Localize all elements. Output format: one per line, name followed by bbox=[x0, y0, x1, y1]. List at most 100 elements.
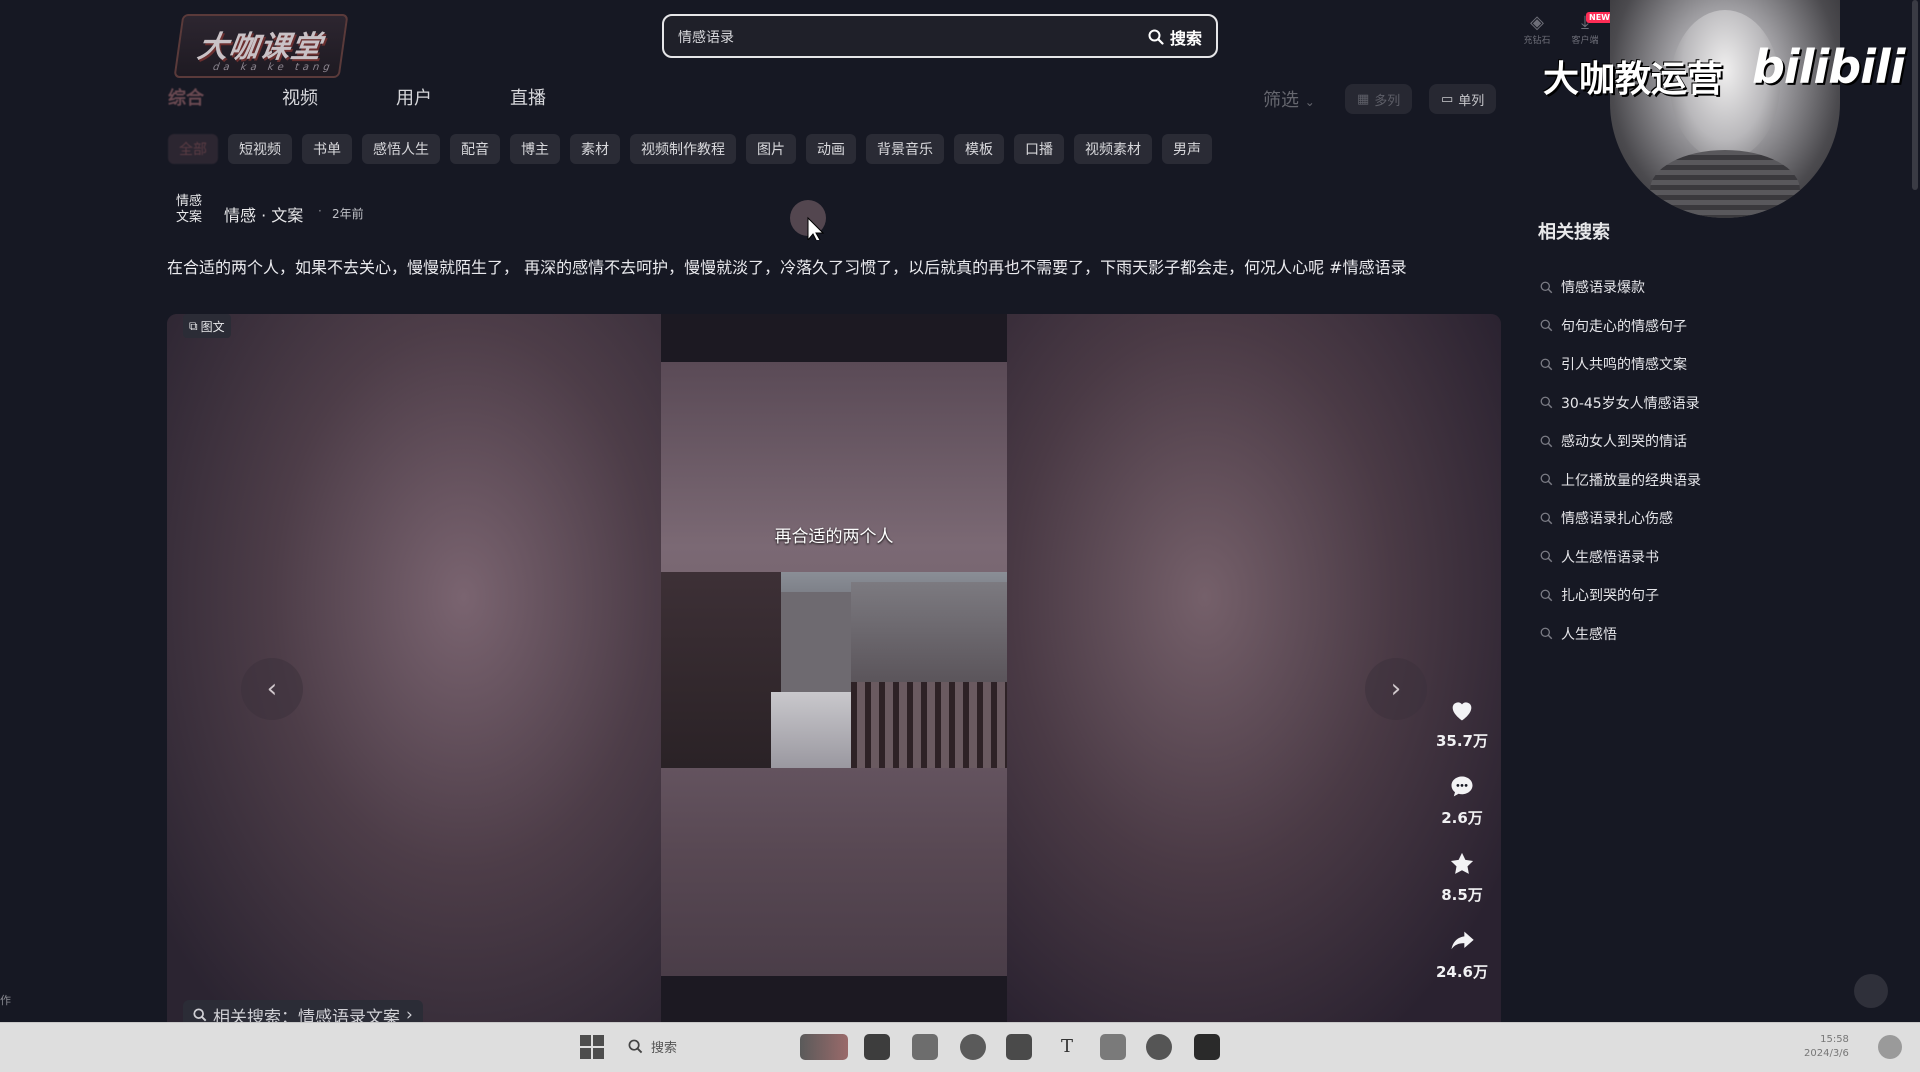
chip-video-material[interactable]: 视频素材 bbox=[1074, 134, 1152, 164]
taskbar-clock[interactable]: 15:58 2024/3/6 bbox=[1804, 1033, 1849, 1061]
related-search-item[interactable]: 句句走心的情感句子 bbox=[1540, 307, 1840, 346]
share-button[interactable]: 24.6万 bbox=[1430, 927, 1494, 982]
logo[interactable]: 大咖课堂 da ka ke tang bbox=[173, 14, 349, 78]
related-search-item[interactable]: 情感语录扎心伤感 bbox=[1540, 499, 1840, 538]
related-search-text: 情感语录扎心伤感 bbox=[1561, 511, 1673, 528]
chevron-left-icon: ‹ bbox=[266, 674, 278, 704]
search-icon bbox=[1148, 29, 1164, 45]
search-icon bbox=[1540, 627, 1553, 640]
next-slide-button[interactable]: › bbox=[1365, 658, 1427, 720]
related-search-item[interactable]: 感动女人到哭的情话 bbox=[1540, 422, 1840, 461]
chip-video-tutorial[interactable]: 视频制作教程 bbox=[630, 134, 736, 164]
notification-icon[interactable] bbox=[1878, 1035, 1902, 1059]
chip-life-insight[interactable]: 感悟人生 bbox=[362, 134, 440, 164]
main-tabs: 综合 视频 用户 直播 bbox=[168, 84, 624, 110]
chip-animation[interactable]: 动画 bbox=[806, 134, 856, 164]
search-bar: 搜索 bbox=[662, 14, 1218, 58]
taskbar-app-edge-icon[interactable] bbox=[960, 1034, 986, 1060]
taskbar-app-store-icon[interactable] bbox=[1006, 1034, 1032, 1060]
related-search-item[interactable]: 上亿播放量的经典语录 bbox=[1540, 461, 1840, 500]
multi-column-button[interactable]: ▦ 多列 bbox=[1345, 84, 1413, 114]
windows-start-icon[interactable] bbox=[580, 1035, 604, 1059]
related-search-item[interactable]: 人生感悟 bbox=[1540, 615, 1840, 654]
media-blur-right bbox=[1007, 314, 1501, 1022]
webcam-collar bbox=[1650, 150, 1800, 218]
search-button-label: 搜索 bbox=[1169, 29, 1202, 48]
taskbar-app-files-icon[interactable] bbox=[864, 1034, 890, 1060]
favorite-button[interactable]: 8.5万 bbox=[1430, 850, 1494, 905]
taskbar-app-chrome-icon[interactable] bbox=[1146, 1034, 1172, 1060]
search-icon bbox=[628, 1039, 643, 1054]
related-search-text: 人生感悟语录书 bbox=[1561, 549, 1659, 566]
taskbar-date: 2024/3/6 bbox=[1804, 1048, 1849, 1059]
search-icon bbox=[1540, 473, 1553, 486]
bilibili-watermark: bilibili bbox=[1752, 40, 1905, 94]
prev-slide-button[interactable]: ‹ bbox=[241, 658, 303, 720]
related-search-item[interactable]: 情感语录爆款 bbox=[1540, 268, 1840, 307]
tab-all[interactable]: 综合 bbox=[168, 84, 204, 110]
post-media[interactable]: 再合适的两个人 bbox=[167, 314, 1501, 1022]
chip-dubbing[interactable]: 配音 bbox=[450, 134, 500, 164]
favorite-count: 8.5万 bbox=[1441, 886, 1483, 904]
post-caption[interactable]: 在合适的两个人，如果不去关心，慢慢就陌生了， 再深的感情不去呵护，慢慢就淡了，冷… bbox=[167, 254, 1497, 278]
logo-subtext: da ka ke tang bbox=[212, 62, 335, 73]
webcam-overlay bbox=[1610, 0, 1840, 218]
logo-text: 大咖课堂 bbox=[195, 30, 325, 65]
search-button[interactable]: 搜索 bbox=[1142, 24, 1208, 50]
chip-images[interactable]: 图片 bbox=[746, 134, 796, 164]
taskbar-app-widgets-icon[interactable] bbox=[800, 1034, 848, 1060]
related-search-item[interactable]: 扎心到哭的句子 bbox=[1540, 576, 1840, 615]
chip-template[interactable]: 模板 bbox=[954, 134, 1004, 164]
new-badge: NEW bbox=[1586, 12, 1613, 23]
chip-blogger[interactable]: 博主 bbox=[510, 134, 560, 164]
street-photo bbox=[661, 572, 1007, 768]
taskbar-app-notepad-icon[interactable] bbox=[1100, 1034, 1126, 1060]
image-post-badge: ⧉ 图文 bbox=[183, 314, 231, 338]
filter-button[interactable]: 筛选 ⌄ bbox=[1263, 86, 1315, 112]
search-icon bbox=[1540, 281, 1553, 294]
post-author[interactable]: 情感 · 文案 bbox=[224, 202, 303, 226]
overlay-title: 大咖教运营 bbox=[1543, 59, 1724, 100]
mouse-cursor-icon bbox=[790, 200, 826, 240]
comment-button[interactable]: 2.6万 bbox=[1430, 773, 1494, 828]
related-search-title: 相关搜索 bbox=[1538, 222, 1610, 243]
like-button[interactable]: 35.7万 bbox=[1430, 696, 1494, 751]
related-search-text: 感动女人到哭的情话 bbox=[1561, 434, 1687, 451]
help-button[interactable] bbox=[1854, 974, 1888, 1008]
related-search-text: 人生感悟 bbox=[1561, 626, 1617, 643]
search-icon bbox=[1540, 435, 1553, 448]
chip-material[interactable]: 素材 bbox=[570, 134, 620, 164]
chip-male-voice[interactable]: 男声 bbox=[1162, 134, 1212, 164]
chip-book-list[interactable]: 书单 bbox=[302, 134, 352, 164]
taskbar-app-typora-icon[interactable]: T bbox=[1054, 1034, 1080, 1060]
taskbar-app-capcut-icon[interactable] bbox=[1194, 1034, 1220, 1060]
chip-all[interactable]: 全部 bbox=[168, 134, 218, 164]
chip-short-video[interactable]: 短视频 bbox=[228, 134, 292, 164]
search-input[interactable] bbox=[678, 26, 1098, 48]
tab-users[interactable]: 用户 bbox=[396, 84, 432, 110]
image-gallery-icon: ⧉ bbox=[189, 318, 198, 333]
chip-voiceover[interactable]: 口播 bbox=[1014, 134, 1064, 164]
taskbar-search[interactable]: 搜索 bbox=[628, 1037, 677, 1056]
media-letterbox-top bbox=[661, 314, 1007, 362]
search-icon bbox=[1540, 550, 1553, 563]
page-scrollbar[interactable] bbox=[1912, 0, 1918, 190]
search-icon bbox=[1540, 358, 1553, 371]
tab-video[interactable]: 视频 bbox=[282, 84, 318, 110]
single-column-button[interactable]: ▭ 单列 bbox=[1429, 84, 1497, 114]
related-search-item[interactable]: 30-45岁女人情感语录 bbox=[1540, 384, 1840, 423]
grid-icon: ▦ bbox=[1357, 91, 1370, 107]
taskbar-app-folder-icon[interactable] bbox=[912, 1034, 938, 1060]
related-search-item[interactable]: 人生感悟语录书 bbox=[1540, 538, 1840, 577]
related-search-item[interactable]: 引人共鸣的情感文案 bbox=[1540, 345, 1840, 384]
related-search-text: 句句走心的情感句子 bbox=[1561, 318, 1687, 335]
recharge-button[interactable]: ◈ 充钻石 bbox=[1520, 12, 1554, 46]
search-icon bbox=[193, 1008, 207, 1022]
tab-live[interactable]: 直播 bbox=[510, 84, 546, 110]
slide-text: 再合适的两个人 bbox=[774, 527, 894, 547]
chip-bgm[interactable]: 背景音乐 bbox=[866, 134, 944, 164]
avatar[interactable]: 情感 文案 bbox=[168, 194, 210, 232]
heart-icon bbox=[1452, 702, 1472, 721]
taskbar-time: 15:58 bbox=[1820, 1034, 1849, 1045]
like-count: 35.7万 bbox=[1435, 732, 1488, 750]
